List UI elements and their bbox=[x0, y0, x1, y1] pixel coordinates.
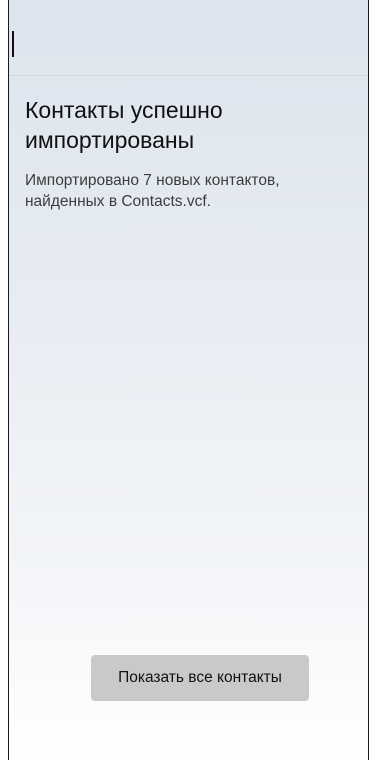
text-cursor bbox=[12, 31, 14, 57]
page-title: Контакты успешно импортированы bbox=[25, 97, 223, 153]
import-summary-text: Импортировано 7 новых контактов, найденн… bbox=[25, 172, 280, 210]
import-result-panel: Контакты успешно импортированы Импортиро… bbox=[25, 95, 360, 212]
show-all-contacts-button[interactable]: Показать все контакты bbox=[91, 655, 309, 701]
top-bar bbox=[9, 0, 368, 76]
app-screen: Контакты успешно импортированы Импортиро… bbox=[8, 0, 369, 760]
